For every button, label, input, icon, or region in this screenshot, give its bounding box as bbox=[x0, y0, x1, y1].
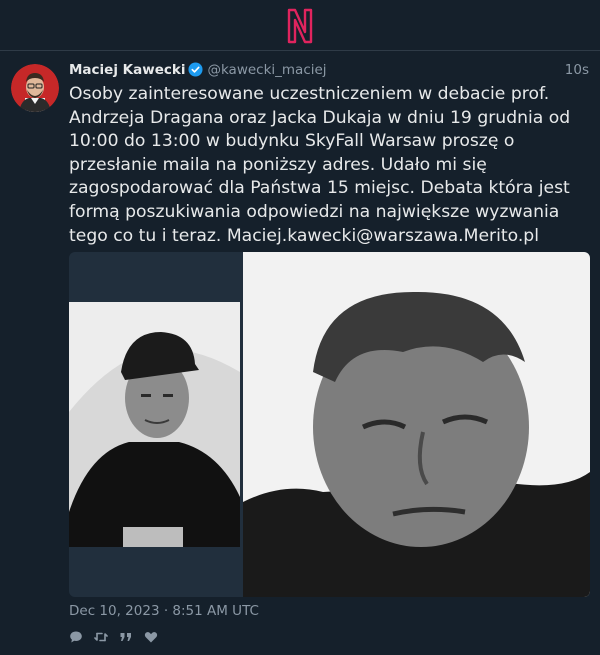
like-icon[interactable] bbox=[144, 630, 158, 644]
top-bar bbox=[0, 0, 600, 51]
tweet-actions bbox=[69, 628, 169, 646]
tweet-media[interactable] bbox=[69, 252, 590, 597]
verified-badge-icon bbox=[188, 62, 203, 77]
tweet-text: Osoby zainteresowane uczestniczeniem w d… bbox=[69, 84, 571, 246]
retweet-icon[interactable] bbox=[94, 630, 108, 644]
author-name[interactable]: Maciej Kawecki bbox=[69, 62, 185, 78]
tweet-header: Maciej Kawecki @kawecki_maciej 10s bbox=[69, 60, 591, 80]
tweet-timestamp[interactable]: Dec 10, 2023 · 8:51 AM UTC bbox=[69, 602, 259, 620]
author-handle[interactable]: @kawecki_maciej bbox=[207, 62, 326, 78]
reply-icon[interactable] bbox=[69, 630, 83, 644]
n-logo-icon[interactable] bbox=[284, 8, 316, 44]
quote-icon[interactable] bbox=[119, 630, 133, 644]
left-photo[interactable] bbox=[69, 302, 240, 547]
avatar[interactable] bbox=[11, 64, 59, 112]
right-photo[interactable] bbox=[243, 252, 590, 597]
relative-time[interactable]: 10s bbox=[565, 60, 589, 80]
avatar-image bbox=[11, 64, 59, 112]
